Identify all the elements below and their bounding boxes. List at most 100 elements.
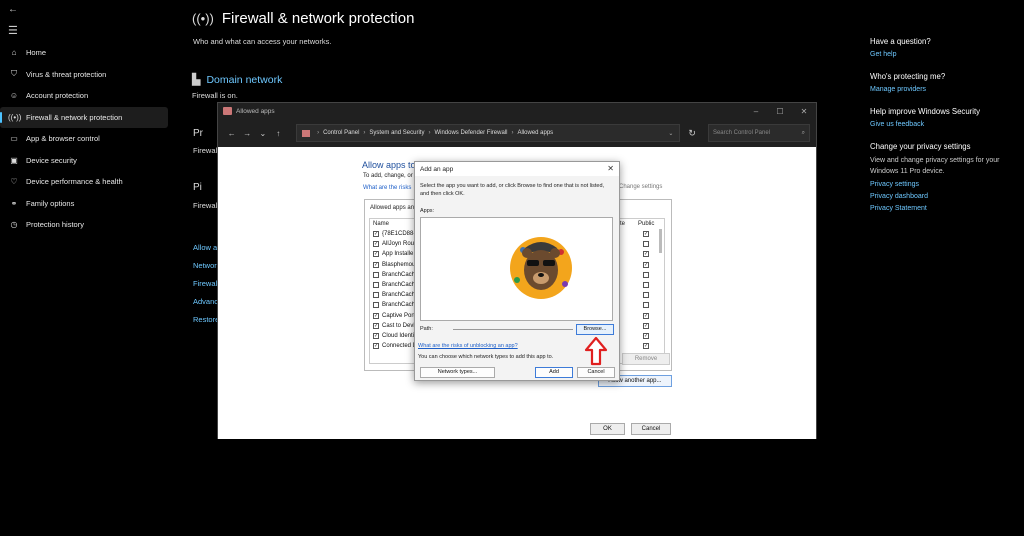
back-arrow-icon[interactable]: ← — [224, 129, 240, 138]
address-toolbar: ← → ⌄ ↑ › Control Panel › System and Securi… — [218, 119, 816, 147]
firewall-notification-link[interactable]: Firewal — [193, 279, 217, 288]
sidebar-item-label: Family options — [26, 198, 75, 208]
domain-network-link[interactable]: Domain network — [206, 74, 282, 86]
ok-button[interactable]: OK — [590, 423, 625, 435]
window-titlebar[interactable]: Allowed apps – ☐ ✕ — [218, 103, 816, 119]
change-settings-button[interactable]: Change settings — [619, 184, 662, 190]
sidebar-item-label: Account protection — [26, 91, 89, 101]
cancel-button[interactable]: Cancel — [631, 423, 671, 435]
sidebar-item-protection-history[interactable]: ◷ Protection history — [0, 214, 168, 236]
private-network-header[interactable]: Pr — [193, 128, 203, 139]
public-network-partial[interactable]: Pi — [193, 182, 202, 193]
refresh-icon[interactable]: ↻ — [688, 128, 702, 139]
public-checkbox[interactable]: ✓ — [643, 332, 649, 339]
path-label: Path: — [420, 326, 433, 332]
close-icon[interactable]: ✕ — [792, 107, 816, 116]
row-app-name: Cast to Devi — [382, 322, 415, 329]
public-checkbox[interactable]: ✓ — [643, 322, 649, 329]
privacy-dashboard-link[interactable]: Privacy dashboard — [870, 193, 1020, 200]
privacy-settings-link[interactable]: Privacy settings — [870, 181, 1020, 188]
search-input[interactable]: Search Control Panel ⌕ — [707, 124, 810, 142]
public-checkbox[interactable]: ✓ — [643, 343, 649, 350]
public-checkbox[interactable] — [643, 302, 649, 309]
close-icon[interactable]: ✕ — [607, 164, 614, 173]
sidebar-item-account-protection[interactable]: ☺ Account protection — [0, 85, 168, 107]
public-checkbox[interactable] — [643, 241, 649, 248]
row-app-name: BranchCach — [382, 292, 416, 299]
back-icon[interactable]: ← — [8, 4, 18, 15]
row-checkbox[interactable]: ✓ — [373, 322, 379, 329]
public-checkbox[interactable] — [643, 292, 649, 299]
list-scrollbar[interactable] — [659, 229, 662, 253]
breadcrumb-item[interactable]: Windows Defender Firewall — [434, 130, 507, 136]
give-feedback-link[interactable]: Give us feedback — [870, 121, 1020, 128]
address-bar[interactable]: › Control Panel › System and Security › Windo… — [296, 124, 681, 142]
breadcrumb-item[interactable]: Allowed apps — [517, 130, 553, 136]
privacy-heading: Change your privacy settings — [870, 142, 971, 151]
chevron-down-icon[interactable]: ⌄ — [255, 129, 271, 138]
remove-button[interactable]: Remove — [622, 353, 670, 365]
row-checkbox[interactable] — [373, 292, 379, 299]
minimize-icon[interactable]: – — [744, 107, 768, 116]
sidebar-item-virus-threat-protection[interactable]: ⛉ Virus & threat protection — [0, 64, 168, 86]
sidebar-item-home[interactable]: ⌂ Home — [0, 42, 168, 64]
public-checkbox[interactable]: ✓ — [643, 251, 649, 258]
public-checkbox[interactable]: ✓ — [643, 312, 649, 319]
allow-app-link[interactable]: Allow a — [193, 243, 217, 252]
sidebar-item-family-options[interactable]: ⚭ Family options — [0, 193, 168, 215]
row-app-name: BranchCach — [382, 282, 416, 289]
dialog-cancel-button[interactable]: Cancel — [577, 367, 615, 378]
row-checkbox[interactable]: ✓ — [373, 251, 379, 258]
up-arrow-icon[interactable]: ↑ — [271, 129, 287, 138]
manage-providers-link[interactable]: Manage providers — [870, 86, 1020, 93]
advanced-settings-link[interactable]: Advanc — [193, 297, 218, 306]
row-app-name: Connected D — [382, 343, 418, 350]
chevron-down-icon[interactable]: ⌄ — [668, 130, 673, 137]
unblock-risks-link[interactable]: What are the risks of unblocking an app? — [418, 343, 518, 349]
row-app-name: BranchCach — [382, 271, 416, 278]
row-checkbox[interactable]: ✓ — [373, 261, 379, 268]
row-app-name: App Installe — [382, 251, 414, 258]
maximize-icon[interactable]: ☐ — [768, 107, 792, 116]
allow-apps-subtext: To add, change, or — [363, 173, 413, 179]
path-field[interactable] — [453, 329, 573, 330]
public-checkbox[interactable] — [643, 281, 649, 288]
domain-network-header[interactable]: ▙ Domain network — [192, 73, 282, 87]
menu-icon[interactable]: ☰ — [8, 24, 18, 37]
restore-defaults-link[interactable]: Restore — [193, 315, 219, 324]
public-checkbox[interactable]: ✓ — [643, 231, 649, 237]
col-private: te — [620, 221, 626, 227]
heart-icon: ♡ — [10, 177, 18, 187]
row-checkbox[interactable]: ✓ — [373, 241, 379, 248]
row-checkbox[interactable] — [373, 271, 379, 278]
allow-risks-link[interactable]: What are the risks — [363, 185, 411, 191]
sidebar-item-device-performance-health[interactable]: ♡ Device performance & health — [0, 171, 168, 193]
forward-arrow-icon[interactable]: → — [240, 129, 256, 138]
public-network-header[interactable]: Pi — [193, 182, 202, 193]
row-checkbox[interactable]: ✓ — [373, 312, 379, 319]
row-checkbox[interactable]: ✓ — [373, 231, 379, 238]
public-checkbox[interactable] — [643, 271, 649, 278]
get-help-link[interactable]: Get help — [870, 51, 1020, 58]
public-checkbox[interactable]: ✓ — [643, 261, 649, 268]
sidebar-item-label: Home — [26, 48, 47, 58]
network-troubleshooter-link[interactable]: Networ — [193, 261, 217, 270]
private-network-partial[interactable]: Pr — [193, 128, 203, 139]
sidebar-item-device-security[interactable]: ▣ Device security — [0, 150, 168, 172]
browse-button[interactable]: Browse... — [576, 324, 614, 335]
row-checkbox[interactable]: ✓ — [373, 343, 379, 350]
add-button[interactable]: Add — [535, 367, 573, 378]
privacy-statement-link[interactable]: Privacy Statement — [870, 205, 1020, 212]
breadcrumb-item[interactable]: Control Panel — [323, 130, 359, 136]
domain-status: Firewall is on. — [192, 91, 238, 100]
row-checkbox[interactable]: ✓ — [373, 332, 379, 339]
row-checkbox[interactable] — [373, 282, 379, 289]
row-checkbox[interactable] — [373, 302, 379, 309]
network-types-button[interactable]: Network types... — [420, 367, 495, 378]
apps-listbox[interactable] — [420, 217, 613, 321]
sidebar-item-firewall-network-protection[interactable]: ((•)) Firewall & network protection — [0, 106, 168, 128]
breadcrumb-item[interactable]: System and Security — [369, 130, 424, 136]
person-icon: ☺ — [9, 91, 19, 101]
firewall-app-icon — [223, 107, 232, 115]
sidebar-item-app-browser-control[interactable]: ▭ App & browser control — [0, 128, 168, 150]
